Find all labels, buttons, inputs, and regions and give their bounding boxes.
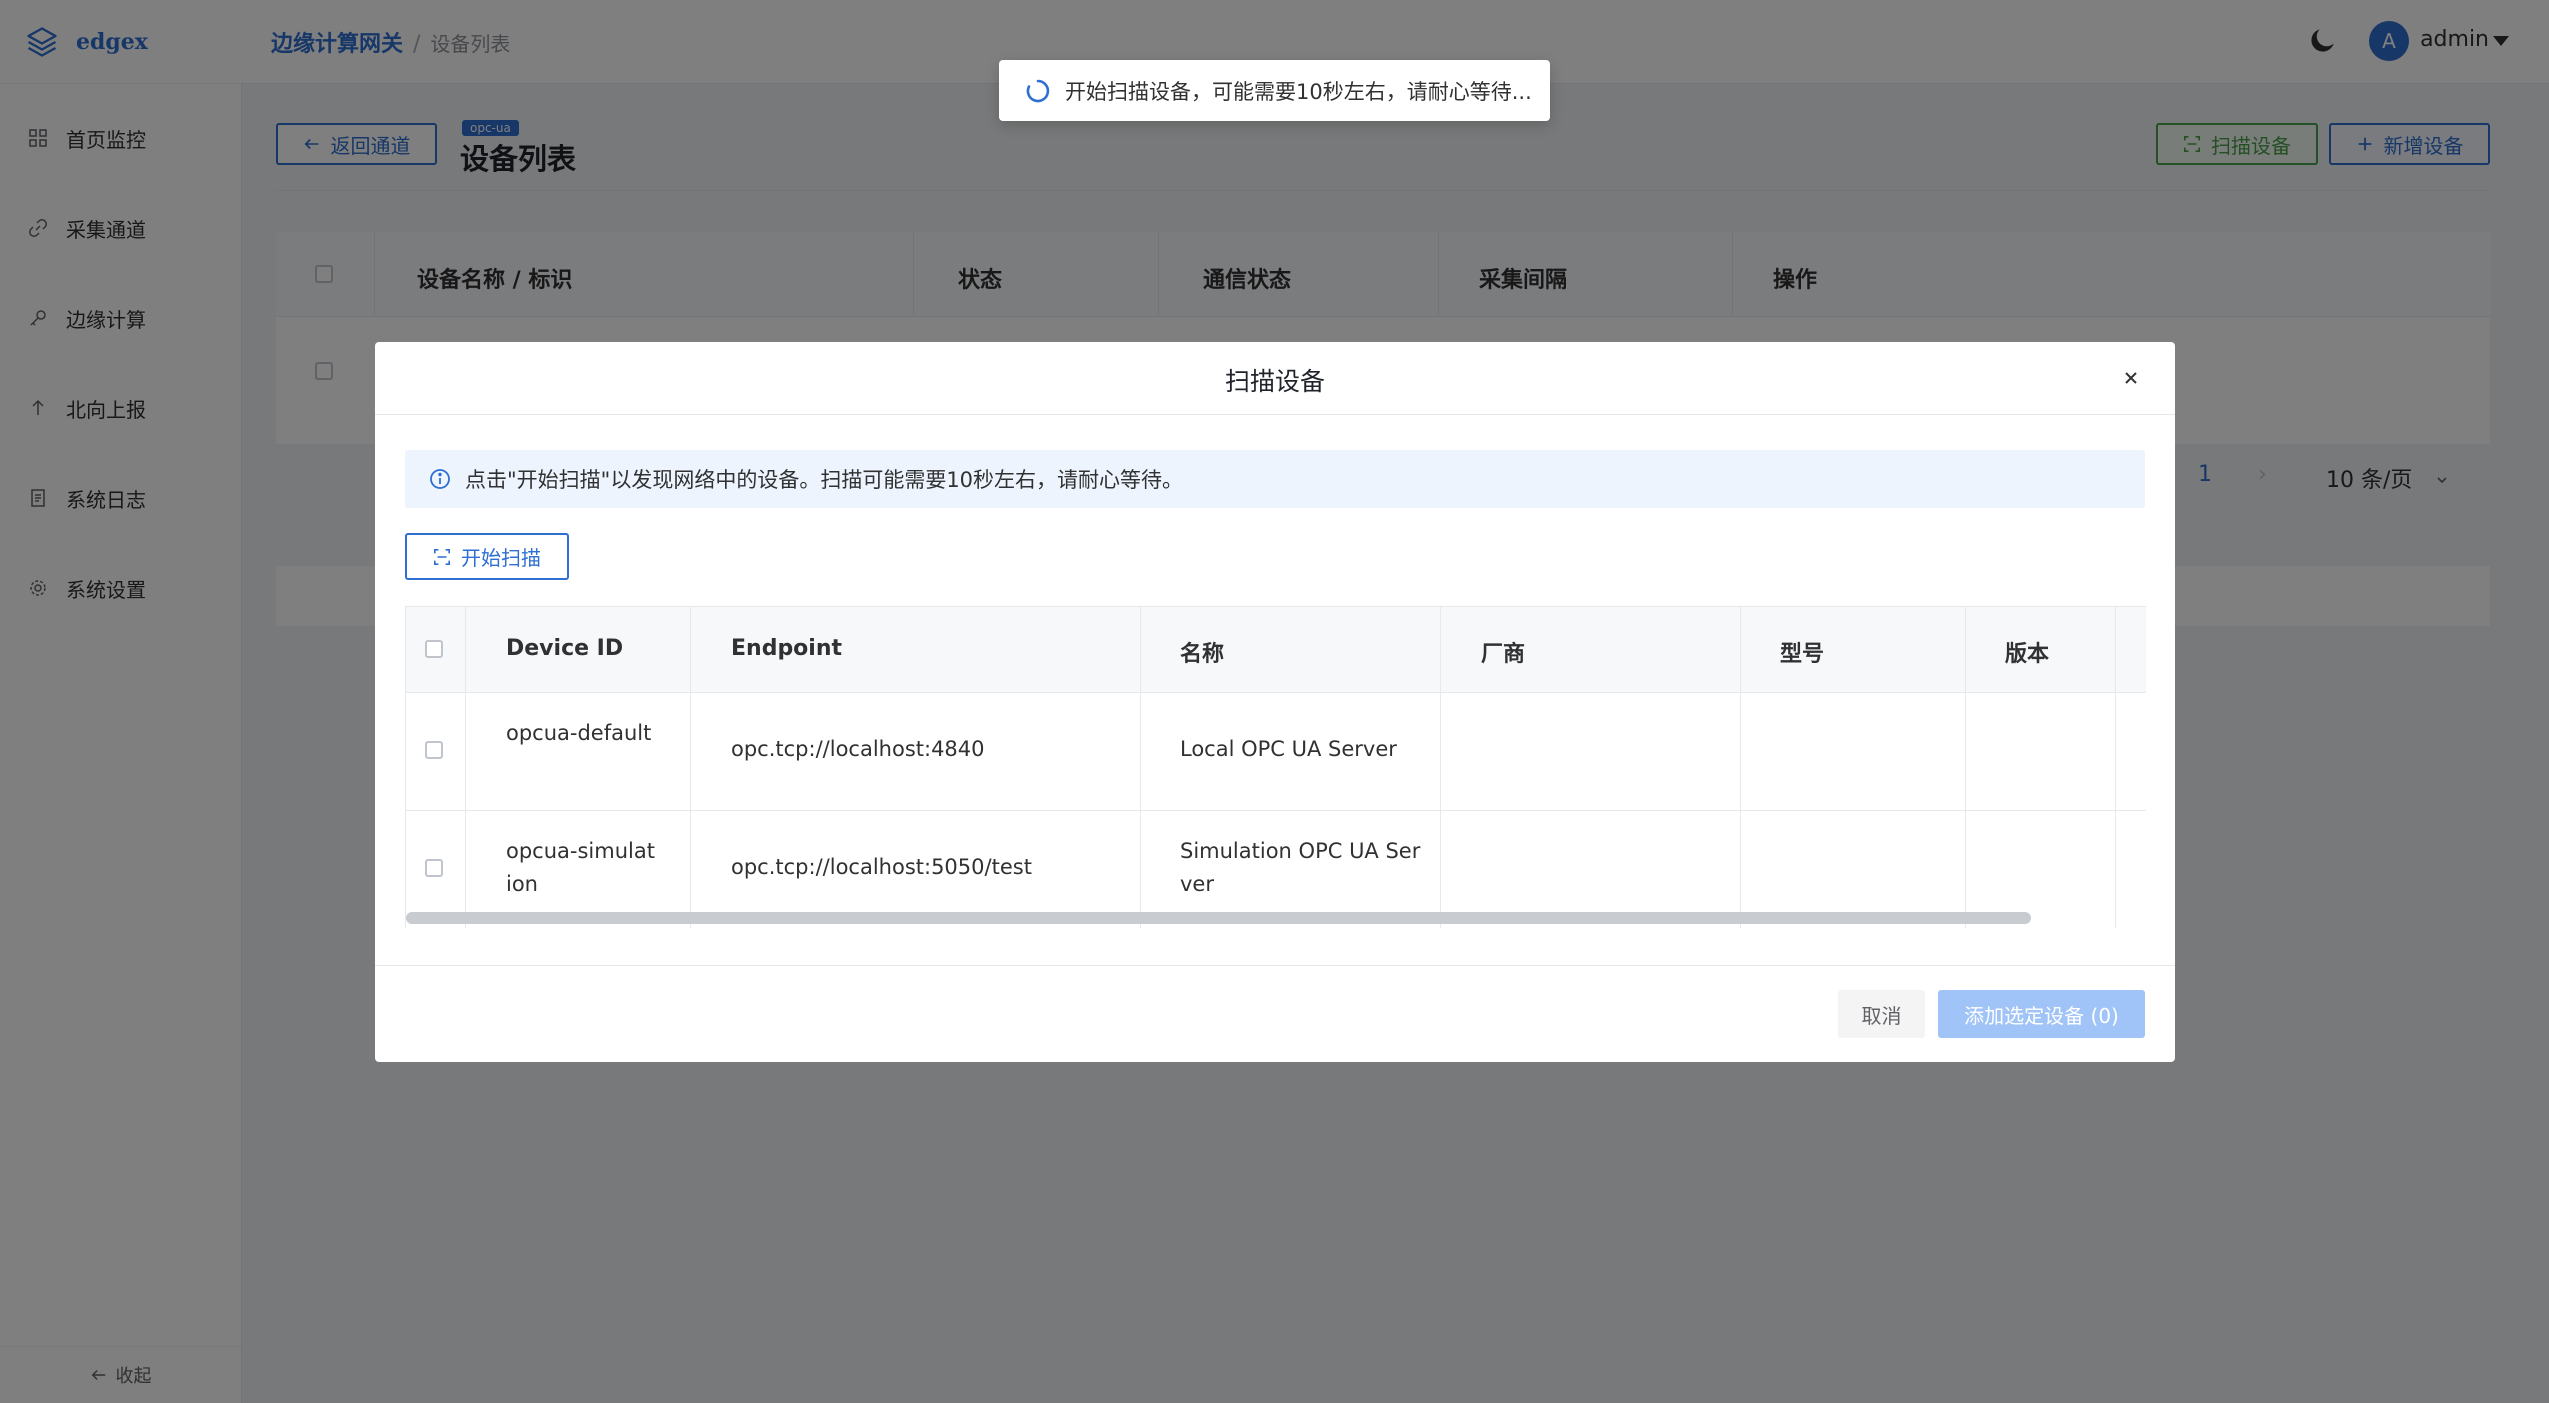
info-alert: 点击"开始扫描"以发现网络中的设备。扫描可能需要10秒左右，请耐心等待。 — [405, 450, 2145, 508]
scan-devices-dialog: 扫描设备 点击"开始扫描"以发现网络中的设备。扫描可能需要10秒左右，请耐心等待… — [375, 342, 2175, 1062]
info-icon — [430, 469, 450, 489]
cell-endpoint: opc.tcp://localhost:4840 — [731, 737, 985, 761]
table-header: Device ID Endpoint 名称 厂商 型号 版本 — [406, 607, 2146, 693]
scan-icon — [433, 548, 451, 565]
cell-name: Local OPC UA Server — [1180, 737, 1397, 761]
row-checkbox[interactable] — [425, 741, 443, 759]
column-header-endpoint: Endpoint — [731, 636, 843, 661]
column-separator — [2115, 607, 2116, 928]
cancel-button[interactable]: 取消 — [1838, 990, 1925, 1038]
start-scan-button[interactable]: 开始扫描 — [405, 533, 569, 580]
select-all-checkbox[interactable] — [425, 640, 443, 658]
horizontal-scrollbar[interactable] — [406, 912, 2031, 924]
column-header-name: 名称 — [1180, 642, 1225, 667]
cell-name: Simulation OPC UA Server — [1180, 839, 1421, 896]
column-separator — [690, 607, 691, 928]
column-header-device-id: Device ID — [506, 636, 624, 661]
scan-results-table: Device ID Endpoint 名称 厂商 型号 版本 opcua-def… — [405, 606, 2146, 928]
loading-toast: 开始扫描设备，可能需要10秒左右，请耐心等待... — [999, 60, 1550, 121]
close-icon[interactable] — [2117, 364, 2145, 392]
table-row[interactable]: opcua-default opc.tcp://localhost:4840 L… — [406, 693, 2146, 811]
column-header-vendor: 厂商 — [1481, 642, 1526, 667]
column-header-version: 版本 — [2005, 642, 2050, 667]
toast-message: 开始扫描设备，可能需要10秒左右，请耐心等待... — [1065, 79, 1532, 104]
column-header-model: 型号 — [1780, 642, 1825, 667]
column-separator — [465, 607, 466, 928]
column-separator — [1140, 607, 1141, 928]
column-separator — [1965, 607, 1966, 928]
column-separator — [1440, 607, 1441, 928]
column-separator — [1740, 607, 1741, 928]
info-text: 点击"开始扫描"以发现网络中的设备。扫描可能需要10秒左右，请耐心等待。 — [465, 468, 1184, 492]
dialog-title: 扫描设备 — [1224, 367, 1325, 396]
cell-endpoint: opc.tcp://localhost:5050/test — [731, 855, 1032, 879]
cell-device-id: opcua-simulation — [506, 839, 655, 896]
spinner-icon — [1026, 79, 1050, 102]
table-row[interactable]: opcua-simulation opc.tcp://localhost:505… — [406, 811, 2146, 928]
cell-device-id: opcua-default — [506, 721, 652, 745]
dialog-footer-divider — [375, 965, 2175, 966]
row-checkbox[interactable] — [425, 859, 443, 877]
start-scan-label: 开始扫描 — [461, 546, 541, 570]
add-selected-devices-button[interactable]: 添加选定设备 (0) — [1938, 990, 2145, 1038]
dialog-header: 扫描设备 — [375, 342, 2175, 415]
